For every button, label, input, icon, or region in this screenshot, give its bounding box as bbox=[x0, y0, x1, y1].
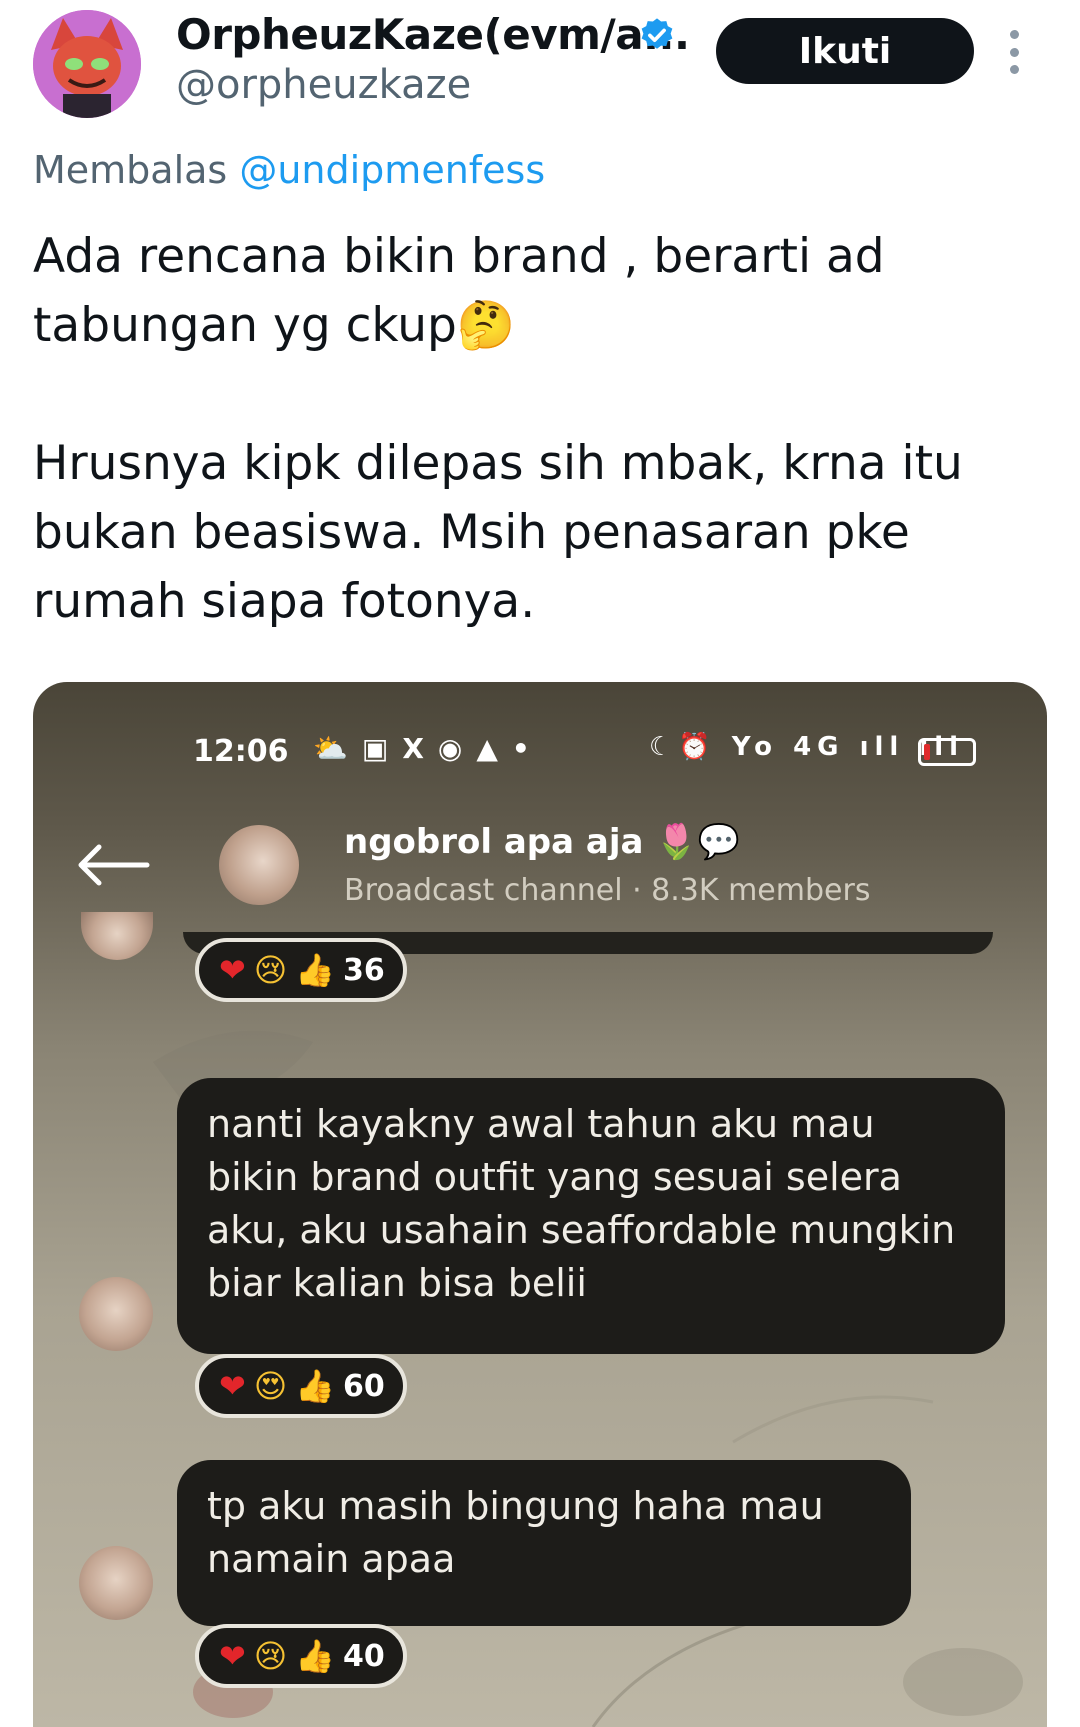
heart-icon: ❤ bbox=[219, 1367, 246, 1405]
reply-mention-link[interactable]: @undipmenfess bbox=[239, 148, 545, 192]
crying-face-icon: 😢 bbox=[253, 1637, 288, 1675]
channel-avatar bbox=[219, 825, 299, 905]
reaction-bar: ❤ 😢 👍 36 bbox=[195, 938, 407, 1002]
thumbs-up-icon: 👍 bbox=[295, 1367, 336, 1405]
crying-face-icon: 😢 bbox=[253, 951, 288, 989]
channel-subtitle: Broadcast channel · 8.3K members bbox=[344, 873, 871, 908]
tweet-text: Ada rencana bikin brand , berarti ad tab… bbox=[33, 222, 1043, 636]
battery-icon bbox=[918, 738, 976, 766]
sender-avatar bbox=[79, 1546, 153, 1620]
back-arrow-icon bbox=[78, 844, 150, 886]
heart-eyes-icon: 😍 bbox=[253, 1367, 288, 1405]
channel-name: ngobrol apa aja 🌷💬 bbox=[344, 822, 740, 862]
author-handle[interactable]: @orpheuzkaze bbox=[176, 62, 471, 108]
tweet-line: tabungan yg ckup🤔 bbox=[33, 298, 516, 353]
sender-avatar bbox=[79, 1277, 153, 1351]
reply-context: Membalas @undipmenfess bbox=[33, 148, 545, 192]
status-time: 12:06 bbox=[193, 734, 289, 769]
heart-icon: ❤ bbox=[219, 951, 246, 989]
reaction-count: 40 bbox=[343, 1638, 385, 1674]
status-notification-icons: ⛅▣X◉▲• bbox=[313, 732, 544, 765]
verified-badge-icon bbox=[641, 18, 673, 49]
author-display-name[interactable]: OrpheuzKaze(evm/a... bbox=[176, 10, 690, 59]
tweet-line: Hrusnya kipk dilepas sih mbak, krna itu bbox=[33, 436, 963, 491]
phone-status-bar: 12:06 ⛅▣X◉▲• ☾⏰ Yo 4G ıll ıll bbox=[33, 682, 1047, 772]
reaction-count: 36 bbox=[343, 952, 385, 988]
follow-button[interactable]: Ikuti bbox=[716, 18, 974, 84]
tweet-media-image[interactable]: 12:06 ⛅▣X◉▲• ☾⏰ Yo 4G ıll ıll ngobrol ap… bbox=[33, 682, 1047, 1727]
reply-prefix: Membalas bbox=[33, 148, 228, 192]
reaction-bar: ❤ 😢 👍 40 bbox=[195, 1624, 407, 1688]
status-system-icons: ☾⏰ Yo 4G ıll ıll bbox=[649, 732, 965, 762]
tweet-line: bukan beasiswa. Msih penasaran pke bbox=[33, 505, 910, 560]
heart-icon: ❤ bbox=[219, 1637, 246, 1675]
tweet-line: rumah siapa fotonya. bbox=[33, 574, 536, 629]
author-avatar[interactable] bbox=[33, 10, 141, 118]
thumbs-up-icon: 👍 bbox=[295, 1637, 336, 1675]
tweet-line: Ada rencana bikin brand , berarti ad bbox=[33, 229, 885, 284]
thumbs-up-icon: 👍 bbox=[295, 951, 336, 989]
message-bubble: tp aku masih bingung haha mau namain apa… bbox=[177, 1460, 911, 1626]
reaction-bar: ❤ 😍 👍 60 bbox=[195, 1354, 407, 1418]
reaction-count: 60 bbox=[343, 1368, 385, 1404]
message-bubble: nanti kayakny awal tahun aku mau bikin b… bbox=[177, 1078, 1005, 1354]
more-vertical-icon[interactable] bbox=[1006, 30, 1022, 74]
